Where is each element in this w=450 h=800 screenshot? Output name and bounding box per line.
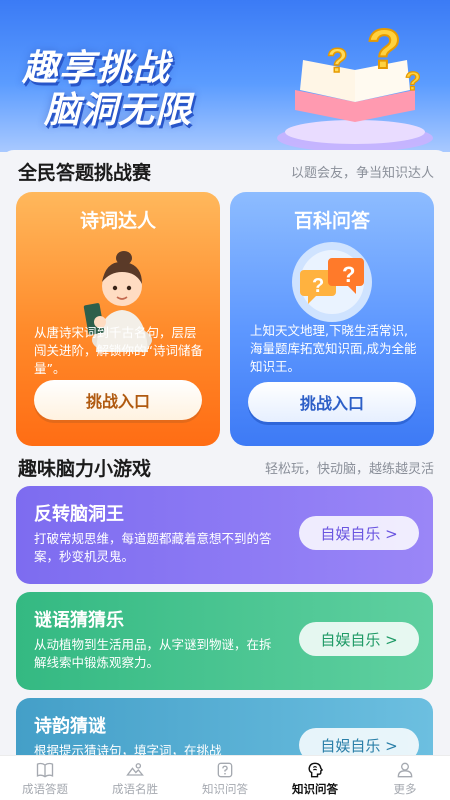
- question-bubbles-icon: ? ?: [292, 242, 372, 322]
- poetry-card-desc: 从唐诗宋词到千古名句，层层闯关进阶，解锁你的“诗词储备量”。: [34, 325, 203, 376]
- encyclopedia-card-desc: 上知天文地理,下晓生活常识,海量题库拓宽知识面,成为全能知识王。: [250, 323, 417, 374]
- poetry-card[interactable]: 诗词达人 从唐诗宋词到千古名句，层层闯关进阶，解锁你的“诗词储备量”。 挑战入口: [16, 192, 220, 446]
- encyclopedia-challenge-button[interactable]: 挑战入口: [248, 382, 416, 422]
- banner-title: 趣享挑战 脑洞无限: [22, 48, 192, 132]
- games-section-header: 趣味脑力小游戏 轻松玩，快动脑，越练越灵活: [18, 452, 434, 482]
- svg-text:?: ?: [405, 66, 421, 96]
- play-button[interactable]: 自娱自乐 >: [299, 622, 419, 656]
- poetry-card-title: 诗词达人: [79, 210, 156, 232]
- book-icon: [36, 762, 54, 777]
- game-card-reverse[interactable]: 反转脑洞王 打破常规思维，每道题都藏着意想不到的答案，秒变机灵鬼。 自娱自乐 >: [16, 486, 433, 584]
- game-title: 诗韵猜谜: [34, 716, 106, 737]
- top-banner: 趣享挑战 脑洞无限 ? ? ?: [0, 0, 450, 152]
- question-icon: [217, 762, 233, 777]
- tab-idiom-quiz[interactable]: 成语答题: [0, 756, 90, 800]
- game-desc: 从动植物到生活用品，从字谜到物谜，在拆解线索中锻炼观察力。: [34, 637, 272, 670]
- landscape-icon: [126, 762, 144, 776]
- tab-label: 更多: [393, 781, 417, 796]
- svg-text:?: ?: [367, 17, 401, 80]
- games-section-subtitle: 轻松玩，快动脑，越练越灵活: [264, 461, 434, 477]
- poetry-challenge-button[interactable]: 挑战入口: [34, 380, 202, 420]
- svg-text:?: ?: [312, 275, 324, 297]
- game-desc: 打破常规思维，每道题都藏着意想不到的答案，秒变机灵鬼。: [34, 531, 272, 564]
- encyclopedia-card-title: 百科问答: [293, 210, 370, 232]
- game-title: 谜语猜猜乐: [34, 610, 124, 631]
- game-title: 反转脑洞王: [34, 504, 124, 525]
- games-section-title: 趣味脑力小游戏: [18, 457, 152, 480]
- play-button[interactable]: 自娱自乐 >: [299, 516, 419, 550]
- game-card-riddle[interactable]: 谜语猜猜乐 从动植物到生活用品，从字谜到物谜，在拆解线索中锻炼观察力。 自娱自乐…: [16, 592, 433, 690]
- user-icon: [397, 762, 413, 777]
- book-question-illustration: ? ? ?: [277, 16, 433, 152]
- tab-idiom-scenic[interactable]: 成语名胜: [90, 756, 180, 800]
- game-card-poem-riddle[interactable]: 诗韵猜谜 根据提示猜诗句，填字词，在挑战 自娱自乐 >: [16, 698, 433, 755]
- banner-title-line1: 趣享挑战: [22, 48, 171, 89]
- encyclopedia-card[interactable]: 百科问答 ? ? 上知天文地理,下晓生活常识,海量题库拓宽知识面,成为全能知识王…: [230, 192, 434, 446]
- tab-more[interactable]: 更多: [360, 756, 450, 800]
- challenge-section-header: 全民答题挑战赛 以题会友，争当知识达人: [18, 156, 434, 186]
- tab-knowledge-qa-active[interactable]: 知识问答: [270, 756, 360, 800]
- tab-knowledge-qa[interactable]: 知识问答: [180, 756, 270, 800]
- bottom-tab-bar: 成语答题 成语名胜 知识问答 知识问答 更多: [0, 755, 450, 800]
- tab-label: 成语名胜: [112, 781, 158, 796]
- game-desc: 根据提示猜诗句，填字词，在挑战: [34, 743, 222, 755]
- challenge-section-title: 全民答题挑战赛: [18, 161, 152, 184]
- tab-label: 知识问答: [202, 781, 248, 796]
- svg-text:?: ?: [342, 262, 355, 287]
- play-button[interactable]: 自娱自乐 >: [299, 728, 419, 755]
- svg-text:?: ?: [327, 42, 348, 80]
- challenge-section-subtitle: 以题会友，争当知识达人: [290, 165, 434, 181]
- tab-label: 知识问答: [292, 781, 338, 796]
- banner-title-line2: 脑洞无限: [44, 90, 193, 131]
- brain-icon: [308, 762, 324, 777]
- main-content: 全民答题挑战赛 以题会友，争当知识达人 诗词达人 从唐诗宋词到千古名句，层层闯关…: [0, 150, 450, 755]
- tab-label: 成语答题: [22, 781, 68, 796]
